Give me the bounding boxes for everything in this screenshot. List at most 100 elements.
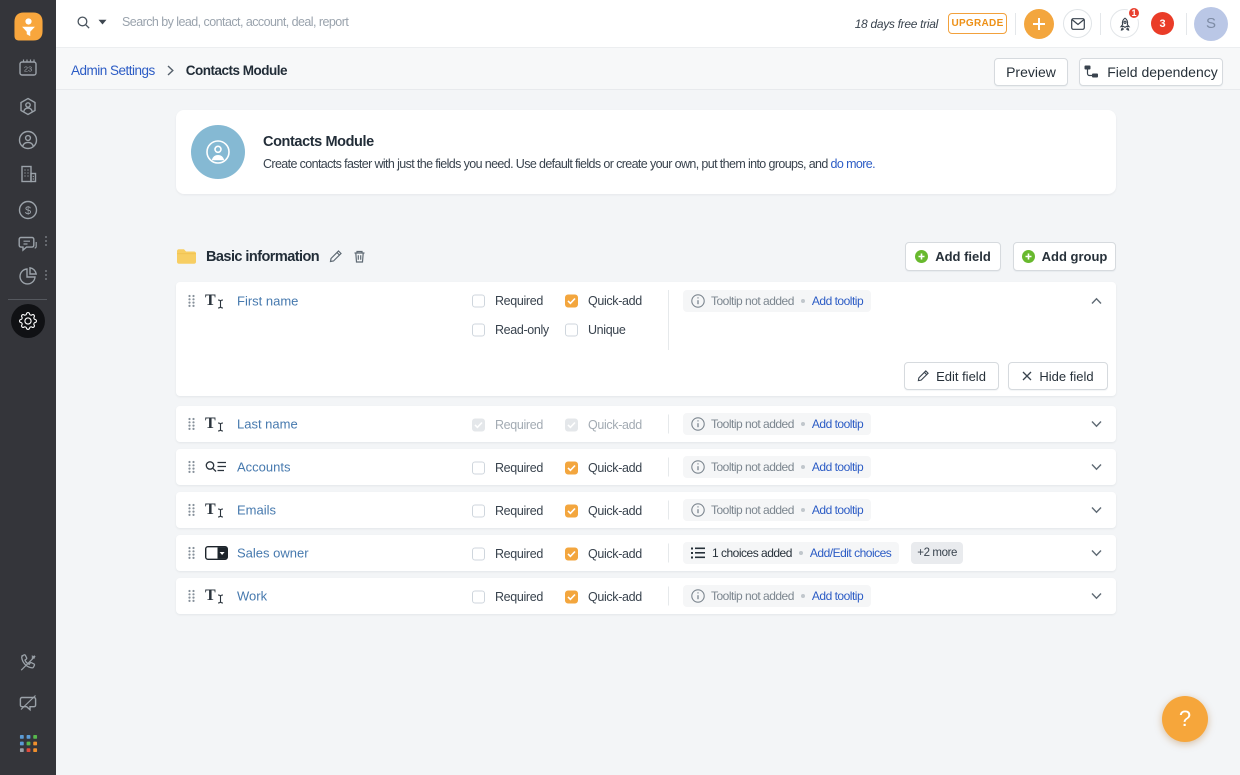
drag-handle[interactable]	[188, 590, 195, 603]
required-checkbox[interactable]	[472, 548, 485, 561]
field-name-link[interactable]: Emails	[237, 503, 276, 518]
required-checkbox[interactable]	[472, 591, 485, 604]
sidebar-item-settings[interactable]	[0, 304, 56, 338]
drag-handle[interactable]	[188, 418, 195, 431]
search-scope-caret-icon[interactable]	[98, 19, 107, 25]
do-more-link[interactable]: do more.	[831, 157, 875, 171]
whats-new-badge: 1	[1127, 6, 1141, 20]
field-name-link[interactable]: Sales owner	[237, 546, 309, 561]
info-icon	[691, 460, 705, 474]
field-name-link[interactable]: Work	[237, 589, 267, 604]
quick-add-label: Quick-add	[588, 294, 642, 308]
whats-new-button[interactable]: 1	[1110, 9, 1139, 38]
expand-chevron-icon[interactable]	[1091, 550, 1102, 557]
collapse-chevron-icon[interactable]	[1091, 298, 1102, 305]
quick-add-checkbox[interactable]	[565, 462, 578, 475]
add-edit-choices-link[interactable]: Add/Edit choices	[810, 546, 891, 560]
info-icon	[691, 503, 705, 517]
sidebar-item-leads[interactable]	[0, 96, 56, 118]
add-tooltip-link[interactable]: Add tooltip	[812, 589, 863, 603]
unique-checkbox[interactable]	[565, 324, 578, 337]
sidebar-item-phone-disabled[interactable]	[0, 652, 56, 674]
dot-separator	[801, 465, 805, 469]
search-input[interactable]	[122, 15, 542, 29]
required-checkbox[interactable]	[472, 462, 485, 475]
required-checkbox[interactable]	[472, 419, 485, 432]
quick-add-button[interactable]	[1024, 9, 1054, 39]
breadcrumb-admin-settings[interactable]: Admin Settings	[71, 63, 155, 78]
section-title: Basic information	[206, 249, 319, 265]
pencil-icon	[917, 370, 929, 382]
email-button[interactable]	[1063, 9, 1092, 38]
field-row-first-name: TFirst nameRequiredQuick-addTooltip not …	[176, 282, 1116, 396]
expand-chevron-icon[interactable]	[1091, 421, 1102, 428]
add-group-button[interactable]: Add group	[1013, 242, 1116, 271]
add-tooltip-link[interactable]: Add tooltip	[812, 460, 863, 474]
expand-chevron-icon[interactable]	[1091, 593, 1102, 600]
read-only-checkbox[interactable]	[472, 324, 485, 337]
sidebar-item-contacts[interactable]	[0, 129, 56, 151]
required-checkbox[interactable]	[472, 505, 485, 518]
analytics-more-dots	[45, 270, 48, 282]
drag-handle[interactable]	[188, 295, 195, 308]
field-name-link[interactable]: Last name	[237, 417, 298, 432]
upgrade-button[interactable]: UPGRADE	[948, 13, 1007, 34]
trial-countdown: 18 days free trial	[855, 17, 938, 31]
notifications-button[interactable]: 3	[1151, 12, 1174, 35]
edit-field-button[interactable]: Edit field	[904, 362, 999, 390]
more-choices-badge[interactable]: +2 more	[911, 542, 963, 564]
column-divider	[668, 587, 669, 606]
text-field-icon: T	[205, 416, 216, 432]
freshsales-logo[interactable]	[0, 11, 56, 42]
quick-add-checkbox[interactable]	[565, 548, 578, 561]
quick-add-label: Quick-add	[588, 590, 642, 604]
svg-text:23: 23	[24, 65, 32, 74]
dollar-circle-icon: $	[17, 199, 39, 221]
drag-handle[interactable]	[188, 461, 195, 474]
add-tooltip-link[interactable]: Add tooltip	[812, 417, 863, 431]
plus-icon	[915, 250, 928, 263]
sidebar-item-activities[interactable]: 23	[0, 57, 56, 79]
required-checkbox[interactable]	[472, 295, 485, 308]
choices-list-icon	[691, 547, 705, 559]
quick-add-checkbox[interactable]	[565, 591, 578, 604]
user-avatar[interactable]: S	[1194, 7, 1228, 41]
phone-disabled-icon	[17, 652, 39, 674]
field-dependency-button[interactable]: Field dependency	[1079, 58, 1223, 86]
quick-add-checkbox[interactable]	[565, 295, 578, 308]
required-label: Required	[495, 294, 543, 308]
dot-separator	[801, 594, 805, 598]
drag-handle[interactable]	[188, 504, 195, 517]
column-divider	[668, 290, 669, 350]
field-name-link[interactable]: First name	[237, 294, 298, 309]
circle-person-icon	[17, 129, 39, 151]
tooltip-status: Tooltip not added	[711, 503, 794, 517]
add-tooltip-link[interactable]: Add tooltip	[812, 503, 863, 517]
drag-handle[interactable]	[188, 547, 195, 560]
required-label: Required	[495, 547, 543, 561]
edit-section-icon[interactable]	[329, 250, 342, 263]
building-icon	[17, 163, 39, 185]
global-search[interactable]	[77, 15, 855, 29]
breadcrumb: Admin Settings Contacts Module	[71, 63, 287, 78]
preview-button[interactable]: Preview	[994, 58, 1068, 86]
help-fab[interactable]: ?	[1162, 696, 1208, 742]
quick-add-checkbox[interactable]	[565, 419, 578, 432]
page-header-bar: Admin Settings Contacts Module Preview F…	[56, 48, 1240, 90]
sidebar-item-accounts[interactable]	[0, 163, 56, 185]
dot-separator	[801, 422, 805, 426]
lookup-field-icon	[205, 461, 227, 474]
quick-add-checkbox[interactable]	[565, 505, 578, 518]
add-field-button[interactable]: Add field	[905, 242, 1001, 271]
delete-section-icon[interactable]	[353, 250, 366, 263]
field-name-link[interactable]: Accounts	[237, 460, 290, 475]
freshsales-logo-icon	[13, 11, 44, 42]
apps-switcher-icon[interactable]	[0, 734, 56, 753]
sidebar-item-chat-disabled[interactable]	[0, 692, 56, 714]
sidebar-item-deals[interactable]: $	[0, 199, 56, 221]
hide-field-button[interactable]: Hide field	[1008, 362, 1108, 390]
expand-chevron-icon[interactable]	[1091, 507, 1102, 514]
add-tooltip-link[interactable]: Add tooltip	[812, 294, 863, 308]
x-icon	[1022, 371, 1032, 381]
expand-chevron-icon[interactable]	[1091, 464, 1102, 471]
